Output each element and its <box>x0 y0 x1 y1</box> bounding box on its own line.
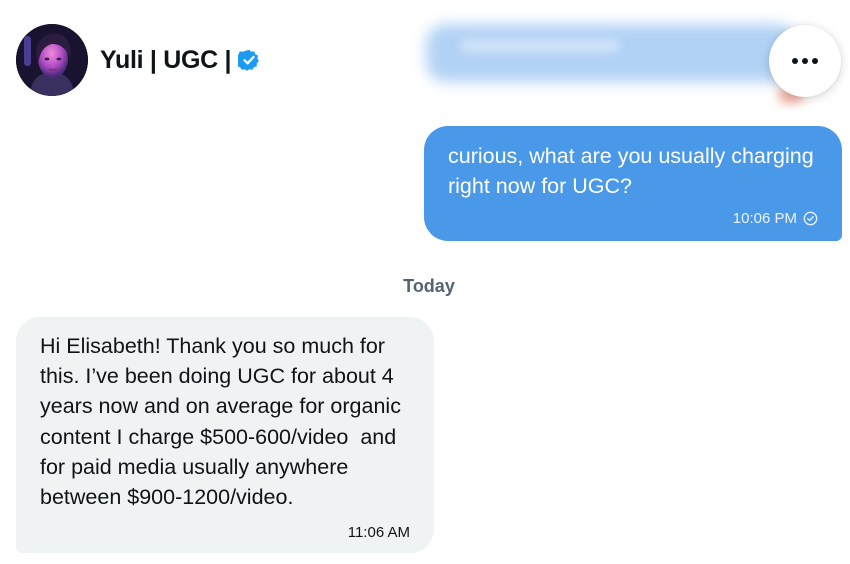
avatar[interactable] <box>16 24 88 96</box>
message-text: Hi Elisabeth! Thank you so much for this… <box>40 334 407 510</box>
message-time: 10:06 PM <box>732 210 797 227</box>
date-separator: Today <box>403 276 455 296</box>
more-horizontal-icon <box>792 58 818 64</box>
outgoing-message[interactable]: curious, what are you usually charging r… <box>424 126 842 241</box>
verified-badge-icon <box>238 49 260 71</box>
sent-check-icon <box>803 211 818 226</box>
dm-conversation: Yuli | UGC | curious, what are you usual… <box>0 0 850 564</box>
blurred-bubble <box>426 24 796 82</box>
blurred-text <box>460 40 620 52</box>
message-time: 11:06 AM <box>347 524 410 541</box>
conversation-header: Yuli | UGC | <box>16 24 260 96</box>
more-options-button[interactable] <box>769 25 841 97</box>
incoming-message[interactable]: Hi Elisabeth! Thank you so much for this… <box>16 317 434 553</box>
message-text: curious, what are you usually charging r… <box>448 144 814 198</box>
contact-name-row[interactable]: Yuli | UGC | <box>100 46 260 75</box>
message-meta: 10:06 PM <box>733 210 818 227</box>
contact-name[interactable]: Yuli | UGC | <box>100 46 232 75</box>
